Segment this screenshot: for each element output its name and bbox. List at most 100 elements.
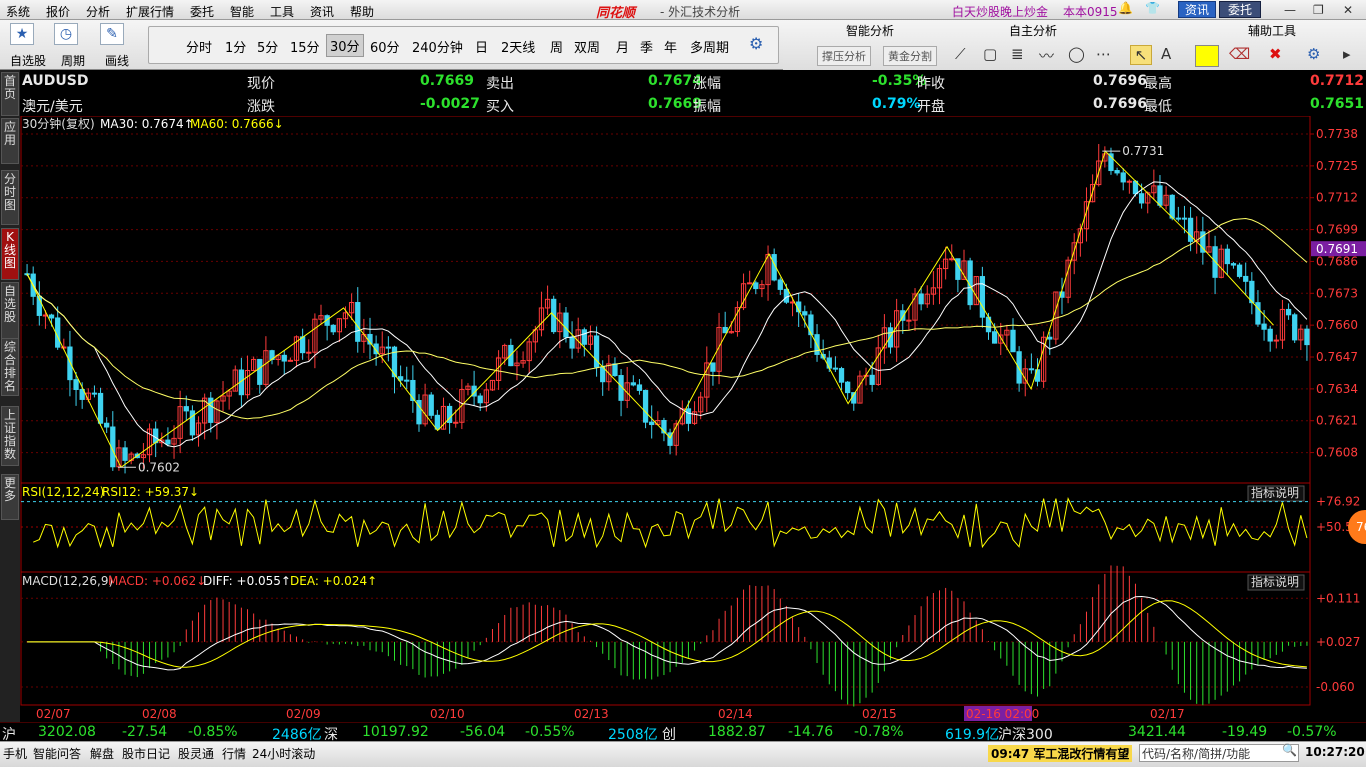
sidebar-tab-index[interactable]: 上证指数 bbox=[1, 406, 19, 466]
period-item-active[interactable]: 30分 bbox=[326, 34, 364, 57]
menu-trade[interactable]: 委托 bbox=[190, 3, 214, 20]
y-tick-label: 0.7712 bbox=[1316, 191, 1358, 205]
quote-header: AUDUSD 澳元/美元 现价 0.7669 卖出 0.7674 涨幅 -0.35% 昨收 0… bbox=[20, 70, 1366, 116]
x-tick-label: 02/09 bbox=[286, 707, 321, 721]
draw-tool[interactable]: ✎ bbox=[100, 23, 124, 45]
period-item[interactable]: 日 bbox=[475, 37, 488, 56]
period-item[interactable]: 240分钟 bbox=[412, 37, 463, 56]
y-tick-label: 0.7738 bbox=[1316, 127, 1358, 141]
period-item[interactable]: 月 bbox=[616, 37, 629, 56]
kline-chart[interactable]: 0.7738 0.7725 0.7712 0.7699 0.7686 0.7673 0.76… bbox=[20, 115, 1366, 725]
candle-body bbox=[753, 282, 759, 290]
trade-button[interactable]: 委托 bbox=[1219, 1, 1261, 18]
bell-icon[interactable]: 🔔 bbox=[1118, 1, 1133, 15]
quote-label: 涨跌 bbox=[247, 99, 275, 115]
menu-smart[interactable]: 智能 bbox=[230, 3, 254, 20]
bottom-item-analysis[interactable]: 解盘 bbox=[90, 745, 114, 762]
support-resistance-button[interactable]: 撑压分析 bbox=[817, 46, 871, 66]
sidebar-tab-watchlist[interactable]: 自选股 bbox=[1, 282, 19, 342]
status-item: 3202.08 bbox=[38, 724, 96, 740]
golden-section-button[interactable]: 黄金分割 bbox=[883, 46, 937, 66]
candle-body bbox=[869, 374, 875, 385]
candle-body bbox=[73, 379, 79, 390]
menu-extended[interactable]: 扩展行情 bbox=[126, 3, 174, 20]
period-item[interactable]: 季 bbox=[640, 37, 653, 56]
news-ticker[interactable]: 09:47 军工混改行情有望 bbox=[988, 745, 1133, 762]
period-item[interactable]: 年 bbox=[664, 37, 677, 56]
candle-body bbox=[165, 439, 171, 445]
period-item[interactable]: 2天线 bbox=[501, 37, 535, 56]
menu-quote[interactable]: 报价 bbox=[46, 3, 70, 20]
y-tick-label: 0.7634 bbox=[1316, 382, 1358, 396]
search-icon[interactable]: 🔍 bbox=[1282, 743, 1297, 757]
search-input[interactable]: 代码/名称/简拼/功能 bbox=[1139, 744, 1299, 762]
period-item[interactable]: 15分 bbox=[290, 37, 320, 56]
candle-body bbox=[612, 363, 618, 377]
bottom-item-mobile[interactable]: 手机 bbox=[3, 745, 27, 762]
wave-icon[interactable]: 〰 bbox=[1039, 45, 1054, 66]
bottom-item-lingtong[interactable]: 股灵通 bbox=[178, 745, 214, 762]
candle-body bbox=[287, 359, 294, 362]
period-item[interactable]: 分时 bbox=[186, 37, 212, 56]
y-tick-label: 0.7621 bbox=[1316, 414, 1358, 428]
menu-news[interactable]: 资讯 bbox=[310, 3, 334, 20]
menu-tools[interactable]: 工具 bbox=[270, 3, 294, 20]
bottom-item-market[interactable]: 行情 bbox=[222, 745, 246, 762]
delete-icon[interactable]: ⌫ bbox=[1229, 45, 1250, 63]
skin-icon[interactable]: 👕 bbox=[1145, 1, 1160, 15]
minimize-icon[interactable]: — bbox=[1284, 3, 1296, 17]
self-analysis-header[interactable]: 自主分析 bbox=[1009, 22, 1057, 39]
period-item[interactable]: 双周 bbox=[574, 37, 600, 56]
watchlist-tool[interactable]: ★ bbox=[10, 23, 34, 45]
menu-system[interactable]: 系统 bbox=[6, 3, 30, 20]
candle-body bbox=[1181, 217, 1188, 220]
promo-link[interactable]: 白天炒股晚上炒金 bbox=[952, 3, 1048, 20]
close-icon[interactable]: ✕ bbox=[1343, 3, 1353, 17]
window-title: - 外汇技术分析 bbox=[660, 5, 741, 19]
text-icon[interactable]: A bbox=[1161, 45, 1171, 63]
settings-icon[interactable]: ⚙ bbox=[749, 34, 763, 53]
watchlist-label: 自选股 bbox=[10, 54, 47, 68]
maximize-icon[interactable]: ❐ bbox=[1313, 3, 1324, 17]
period-bar: 分时 1分 5分 15分 30分 60分 240分钟 日 2天线 周 双周 月 … bbox=[148, 26, 779, 64]
candle-body bbox=[1126, 180, 1132, 183]
bottom-item-qa[interactable]: 智能问答 bbox=[33, 745, 81, 762]
sidebar-tab-apps[interactable]: 应用 bbox=[1, 118, 19, 164]
menu-analysis[interactable]: 分析 bbox=[86, 3, 110, 20]
circle-icon[interactable]: ◯ bbox=[1068, 45, 1085, 63]
cursor-icon[interactable]: ↖ bbox=[1130, 45, 1152, 65]
color-swatch[interactable] bbox=[1195, 45, 1219, 67]
aux-tools-header[interactable]: 辅助工具 bbox=[1248, 22, 1296, 39]
sidebar-tab-kline[interactable]: K线图 bbox=[1, 228, 19, 280]
period-item[interactable]: 周 bbox=[550, 37, 563, 56]
sidebar-tab-timeline[interactable]: 分时图 bbox=[1, 170, 19, 225]
sidebar-tab-rank[interactable]: 综合排名 bbox=[1, 338, 19, 396]
candle-body bbox=[508, 344, 514, 367]
candle-body bbox=[636, 384, 643, 391]
line-draw-icon[interactable]: ⟋ bbox=[955, 45, 966, 63]
status-item: -56.04 bbox=[460, 724, 506, 740]
chart-area[interactable]: 0.7738 0.7725 0.7712 0.7699 0.7686 0.7673 0.76… bbox=[20, 115, 1366, 725]
smart-analysis-header[interactable]: 智能分析 bbox=[846, 22, 894, 39]
gear-icon[interactable]: ⚙ bbox=[1307, 45, 1320, 63]
period-item[interactable]: 60分 bbox=[370, 37, 400, 56]
channel-icon[interactable]: ≣ bbox=[1011, 45, 1024, 63]
bottom-item-diary[interactable]: 股市日记 bbox=[122, 745, 170, 762]
user-name[interactable]: 本本0915 bbox=[1063, 3, 1118, 20]
candle-body bbox=[826, 357, 832, 369]
news-button[interactable]: 资讯 bbox=[1178, 1, 1216, 18]
scroll-right-icon[interactable]: ▸ bbox=[1343, 45, 1351, 63]
period-item[interactable]: 多周期 bbox=[690, 37, 729, 56]
close-draw-icon[interactable]: ✖ bbox=[1269, 45, 1282, 63]
period-item[interactable]: 5分 bbox=[257, 37, 278, 56]
menu-help[interactable]: 帮助 bbox=[350, 3, 374, 20]
period-item[interactable]: 1分 bbox=[225, 37, 246, 56]
period-tool[interactable]: ◷ bbox=[54, 23, 78, 45]
sidebar-tab-more[interactable]: 更多 bbox=[1, 474, 19, 520]
sidebar-tab-home[interactable]: 首页 bbox=[1, 72, 19, 116]
more-icon[interactable]: ⋯ bbox=[1096, 45, 1111, 63]
rect-draw-icon[interactable]: ▢ bbox=[983, 45, 997, 63]
bottom-item-rolling[interactable]: 24小时滚动 bbox=[252, 745, 315, 762]
quote-value: 0.79% bbox=[872, 96, 921, 112]
candle-body bbox=[1114, 170, 1120, 174]
